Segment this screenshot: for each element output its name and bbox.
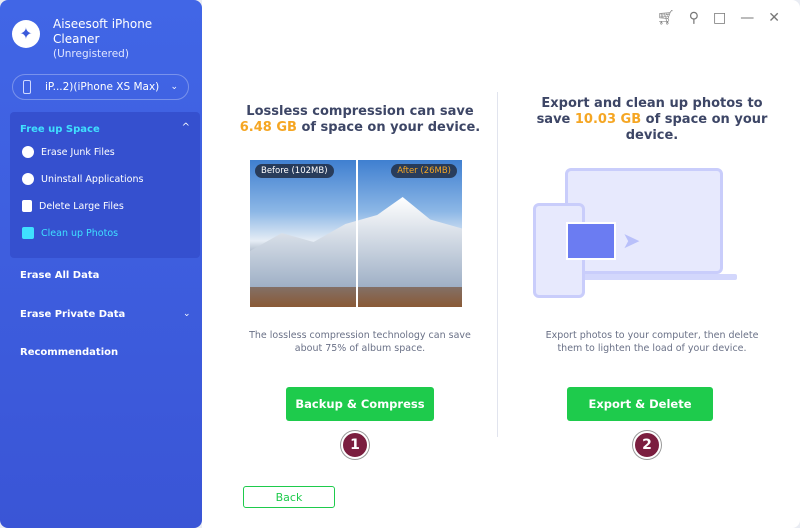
registration-status: (Unregistered): [53, 48, 129, 60]
sidebar-item-clean-photos[interactable]: Clean up Photos: [22, 227, 118, 239]
desc-line: them to lighten the load of your device.: [557, 343, 747, 354]
item-label: Uninstall Applications: [41, 173, 144, 185]
arrow-right-icon: ➤: [622, 229, 641, 254]
comparison-divider: [356, 160, 358, 307]
cart-icon[interactable]: 🛒︎: [657, 10, 675, 26]
main-panel: 🛒︎ ⚲ □ — ✕ Lossless compression can save…: [202, 0, 800, 528]
sidebar-item-uninstall[interactable]: Uninstall Applications: [22, 173, 143, 185]
sidebar-recommendation[interactable]: Recommendation: [20, 347, 118, 358]
feedback-icon[interactable]: □: [713, 10, 726, 26]
minimize-icon[interactable]: —: [740, 10, 754, 26]
app-name: Aiseesoft iPhone Cleaner: [53, 17, 153, 46]
sidebar-item-erase-junk[interactable]: Erase Junk Files: [22, 146, 115, 158]
free-up-space-group: Free up Space ^ Erase Junk Files Uninsta…: [10, 112, 200, 258]
device-label: iP...2)(iPhone XS Max): [45, 81, 160, 93]
export-delete-button[interactable]: Export & Delete: [567, 387, 713, 421]
chevron-up-icon[interactable]: ^: [182, 122, 190, 133]
sidebar-erase-all-data[interactable]: Erase All Data: [20, 270, 99, 281]
heading-line: Export and clean up photos to: [541, 96, 763, 111]
photo-icon: [566, 222, 616, 260]
nav-label: Erase All Data: [20, 270, 100, 281]
desc-line: about 75% of album space.: [294, 343, 426, 354]
step-badge-1: 1: [341, 431, 369, 459]
sidebar-item-large-files[interactable]: Delete Large Files: [22, 200, 124, 212]
compression-preview-image: Before (102MB) After (26MB): [250, 160, 462, 307]
step-badge-2: 2: [633, 431, 661, 459]
group-header[interactable]: Free up Space: [20, 124, 100, 135]
device-selector[interactable]: iP...2)(iPhone XS Max) ⌄: [12, 74, 189, 100]
sidebar: ✦ Aiseesoft iPhone Cleaner (Unregistered…: [0, 0, 202, 528]
chevron-down-icon: ⌄: [170, 82, 178, 92]
close-icon[interactable]: ✕: [768, 10, 780, 26]
item-label: Erase Junk Files: [41, 146, 115, 158]
desc-line: The lossless compression technology can …: [249, 330, 471, 341]
before-tag: Before (102MB): [255, 164, 334, 178]
photo-icon: [22, 227, 34, 239]
export-description: Export photos to your computer, then del…: [512, 329, 792, 355]
sidebar-erase-private-data[interactable]: Erase Private Data ⌄: [20, 309, 191, 320]
desc-line: Export photos to your computer, then del…: [545, 330, 759, 341]
divider: [497, 92, 498, 437]
file-icon: [22, 200, 32, 212]
title-bar-controls: 🛒︎ ⚲ □ — ✕: [657, 10, 780, 26]
compress-description: The lossless compression technology can …: [230, 329, 490, 355]
heading-line: device.: [625, 128, 679, 143]
clock-icon: [22, 146, 34, 158]
chevron-down-icon: ⌄: [183, 309, 191, 319]
heading-line: Lossless compression can save: [246, 104, 474, 119]
app-store-icon: [22, 173, 34, 185]
backup-compress-button[interactable]: Backup & Compress: [286, 387, 434, 421]
compress-heading: Lossless compression can save 6.48 GB of…: [230, 104, 490, 136]
export-heading: Export and clean up photos to save 10.03…: [512, 96, 792, 144]
item-label: Clean up Photos: [41, 227, 119, 239]
back-button[interactable]: Back: [243, 486, 335, 508]
heading-line: of space on your device.: [296, 120, 481, 135]
phone-icon: [23, 80, 31, 94]
after-tag: After (26MB): [391, 164, 457, 178]
saving-size: 10.03 GB: [574, 112, 642, 127]
key-icon[interactable]: ⚲: [689, 10, 699, 26]
app-logo-icon: ✦: [12, 20, 40, 48]
app-title: Aiseesoft iPhone Cleaner (Unregistered): [53, 17, 153, 62]
heading-line: of space on your: [641, 112, 768, 127]
laptop-base: [565, 274, 737, 280]
heading-line: save: [536, 112, 575, 127]
item-label: Delete Large Files: [39, 200, 124, 212]
nav-label: Erase Private Data: [20, 309, 126, 320]
nav-label: Recommendation: [20, 347, 119, 358]
saving-size: 6.48 GB: [239, 120, 297, 135]
